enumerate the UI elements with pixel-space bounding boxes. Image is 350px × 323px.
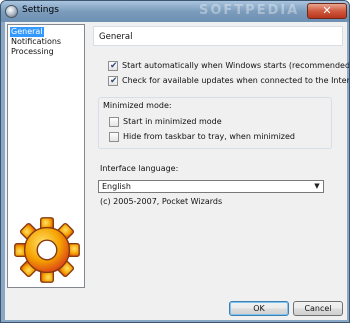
start-minimized-label: Start in minimized mode <box>123 117 222 126</box>
nav-item-general[interactable]: General <box>10 27 44 37</box>
title-bar[interactable]: Settings SOFTPEDIA ✕ <box>1 1 349 22</box>
hide-taskbar-checkbox[interactable] <box>109 132 119 142</box>
ok-button[interactable]: OK <box>229 301 289 316</box>
close-button[interactable]: ✕ <box>307 3 347 19</box>
app-icon <box>5 5 18 18</box>
watermark: SOFTPEDIA <box>199 3 300 18</box>
minimized-mode-group: Minimized mode: Start in minimized mode … <box>98 97 332 149</box>
language-select-value: English <box>102 182 131 191</box>
gear-logo-icon <box>14 217 80 283</box>
start-automatically-checkbox[interactable] <box>108 60 118 72</box>
panel-title: General <box>99 32 133 42</box>
settings-nav: General Notifications Processing <box>7 24 85 288</box>
dialog-body: General Notifications Processing General… <box>5 22 349 320</box>
start-minimized-checkbox[interactable] <box>109 117 119 127</box>
cancel-button[interactable]: Cancel <box>293 301 343 316</box>
nav-item-notifications[interactable]: Notifications <box>10 37 62 47</box>
start-automatically-label: Start automatically when Windows starts … <box>122 61 350 70</box>
hide-taskbar-label: Hide from taskbar to tray, when minimize… <box>123 132 295 141</box>
check-updates-checkbox[interactable] <box>108 75 118 87</box>
nav-item-processing[interactable]: Processing <box>10 47 55 57</box>
check-updates-label: Check for available updates when connect… <box>122 76 350 85</box>
settings-window: Settings SOFTPEDIA ✕ General Notificatio… <box>0 0 350 323</box>
chevron-down-icon[interactable]: ▼ <box>312 182 322 191</box>
copyright-text: (c) 2005-2007, Pocket Wizards <box>100 197 223 206</box>
language-title: Interface language: <box>100 164 179 173</box>
minimized-mode-title: Minimized mode: <box>103 101 172 110</box>
panel-header: General <box>93 26 343 46</box>
window-title: Settings <box>22 5 59 15</box>
general-panel: General Start automatically when Windows… <box>93 24 349 288</box>
language-select[interactable]: English ▼ <box>98 180 324 193</box>
